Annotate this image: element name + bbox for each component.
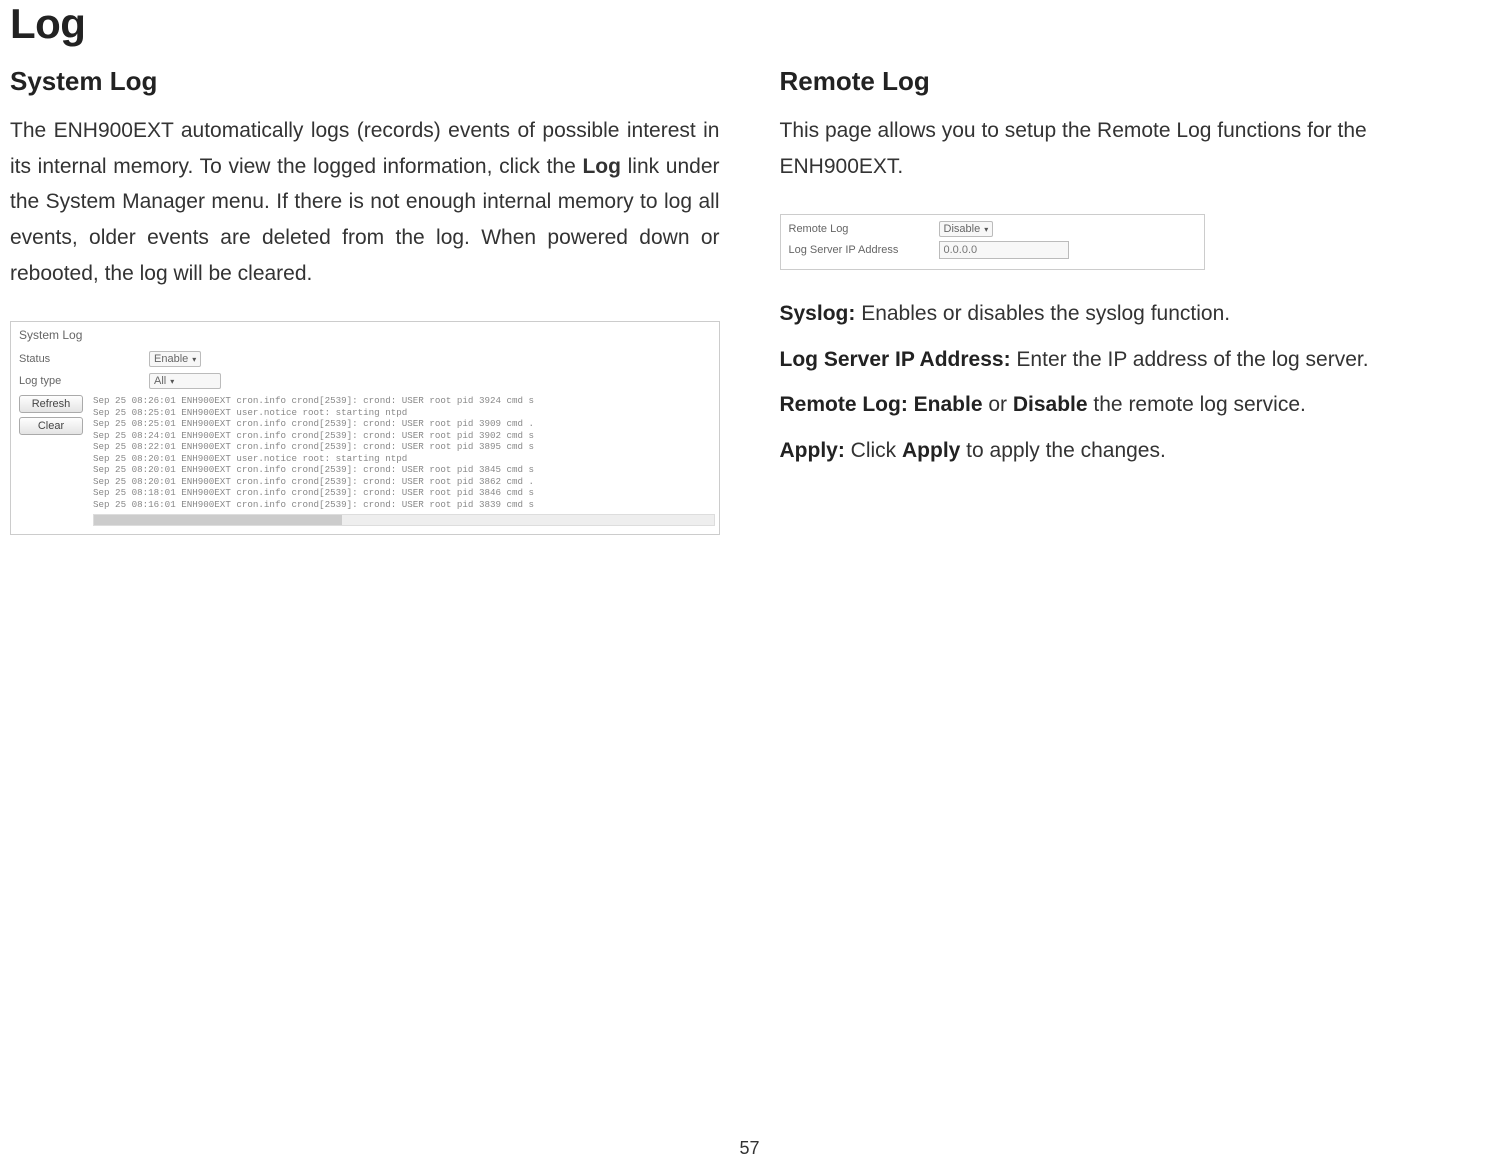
log-line: Sep 25 08:20:01 ENH900EXT cron.info cron… <box>93 464 715 476</box>
status-label: Status <box>19 353 149 365</box>
apply-definition: Apply: Click Apply to apply the changes. <box>780 435 1490 467</box>
log-server-ip-label: Log Server IP Address <box>789 244 939 256</box>
status-row: Status Enable ▾ <box>11 348 719 370</box>
remote-log-select[interactable]: Disable ▾ <box>939 221 994 237</box>
remote-log-definition: Remote Log: Enable or Disable the remote… <box>780 389 1490 421</box>
enable-word: Enable <box>914 393 983 416</box>
remote-log-heading: Remote Log <box>780 66 1490 97</box>
logtype-label: Log type <box>19 375 149 387</box>
disable-word: Disable <box>1013 393 1088 416</box>
scrollbar-thumb[interactable] <box>94 515 342 525</box>
chevron-down-icon: ▾ <box>170 377 174 386</box>
status-select[interactable]: Enable ▾ <box>149 351 201 367</box>
page-number: 57 <box>0 1138 1499 1159</box>
def-term: Syslog: <box>780 302 856 325</box>
def-text: Click <box>845 439 902 462</box>
system-log-button-column: Refresh Clear <box>19 395 83 435</box>
system-log-panel-title: System Log <box>11 322 719 348</box>
log-line: Sep 25 08:25:01 ENH900EXT cron.info cron… <box>93 418 715 430</box>
def-text: or <box>983 393 1013 416</box>
def-term: Apply: <box>780 439 845 462</box>
log-line: Sep 25 08:18:01 ENH900EXT cron.info cron… <box>93 487 715 499</box>
clear-button[interactable]: Clear <box>19 417 83 435</box>
remote-log-paragraph: This page allows you to setup the Remote… <box>780 113 1490 184</box>
system-log-heading: System Log <box>10 66 720 97</box>
log-line: Sep 25 08:26:01 ENH900EXT cron.info cron… <box>93 395 715 407</box>
page-title: Log <box>10 0 1489 48</box>
right-column: Remote Log This page allows you to setup… <box>780 66 1490 535</box>
apply-word: Apply <box>902 439 960 462</box>
log-line: Sep 25 08:25:01 ENH900EXT user.notice ro… <box>93 407 715 419</box>
refresh-button[interactable]: Refresh <box>19 395 83 413</box>
log-line: Sep 25 08:20:01 ENH900EXT user.notice ro… <box>93 453 715 465</box>
system-log-panel: System Log Status Enable ▾ Log type All … <box>10 321 720 535</box>
remote-log-panel: Remote Log Disable ▾ Log Server IP Addre… <box>780 214 1206 270</box>
definitions-block: Syslog: Enables or disables the syslog f… <box>780 298 1490 466</box>
chevron-down-icon: ▾ <box>984 225 988 234</box>
logtype-row: Log type All ▾ <box>11 370 719 392</box>
system-log-body: Refresh Clear Sep 25 08:26:01 ENH900EXT … <box>11 392 719 534</box>
remote-log-row: Remote Log Disable ▾ <box>781 219 1205 239</box>
logtype-select[interactable]: All ▾ <box>149 373 221 389</box>
status-select-value: Enable <box>154 353 188 365</box>
horizontal-scrollbar[interactable] <box>93 514 715 526</box>
remote-log-select-value: Disable <box>944 223 981 235</box>
def-text: Enter the IP address of the log server. <box>1011 348 1369 371</box>
log-link-word: Log <box>582 155 620 178</box>
logtype-select-value: All <box>154 375 166 387</box>
def-text: the remote log service. <box>1088 393 1306 416</box>
def-term: Log Server IP Address: <box>780 348 1011 371</box>
def-term: Remote Log: <box>780 393 908 416</box>
system-log-textarea[interactable]: Sep 25 08:26:01 ENH900EXT cron.info cron… <box>93 395 715 526</box>
log-line: Sep 25 08:24:01 ENH900EXT cron.info cron… <box>93 430 715 442</box>
log-server-ip-input[interactable] <box>939 241 1069 259</box>
syslog-definition: Syslog: Enables or disables the syslog f… <box>780 298 1490 330</box>
log-server-ip-row: Log Server IP Address <box>781 239 1205 261</box>
two-column-layout: System Log The ENH900EXT automatically l… <box>10 66 1489 535</box>
log-server-ip-definition: Log Server IP Address: Enter the IP addr… <box>780 344 1490 376</box>
chevron-down-icon: ▾ <box>192 355 196 364</box>
log-line: Sep 25 08:16:01 ENH900EXT cron.info cron… <box>93 499 715 511</box>
left-column: System Log The ENH900EXT automatically l… <box>10 66 720 535</box>
log-line: Sep 25 08:20:01 ENH900EXT cron.info cron… <box>93 476 715 488</box>
remote-log-label: Remote Log <box>789 223 939 235</box>
def-text: to apply the changes. <box>960 439 1165 462</box>
def-text: Enables or disables the syslog function. <box>855 302 1230 325</box>
system-log-paragraph: The ENH900EXT automatically logs (record… <box>10 113 720 291</box>
log-line: Sep 25 08:22:01 ENH900EXT cron.info cron… <box>93 441 715 453</box>
